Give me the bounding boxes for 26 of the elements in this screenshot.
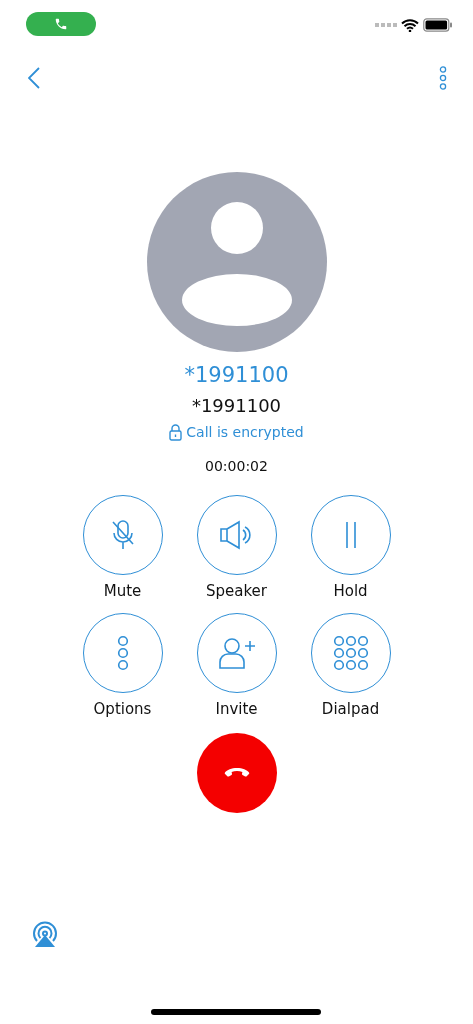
active-call-indicator[interactable] xyxy=(26,12,96,36)
hang-up-icon xyxy=(223,766,250,779)
airplay-icon[interactable] xyxy=(31,921,59,948)
back-icon[interactable] xyxy=(28,67,40,89)
encryption-status: Call is encrypted xyxy=(186,423,304,442)
signal-icon xyxy=(375,22,397,28)
action-label: Speaker xyxy=(206,580,267,601)
phone-icon xyxy=(54,17,68,31)
action-label: Mute xyxy=(103,580,142,601)
add-person-icon xyxy=(217,635,256,670)
pause-icon xyxy=(343,520,358,549)
avatar-icon xyxy=(146,172,327,352)
call-duration: 00:00:02 xyxy=(204,456,269,476)
muted-microphone-icon xyxy=(109,518,136,551)
lock-icon xyxy=(169,423,183,441)
action-label: Invite xyxy=(215,698,258,719)
action-label: Hold xyxy=(333,580,368,601)
contact-number: *1991100 xyxy=(190,394,283,418)
action-label: Options xyxy=(93,698,152,719)
dialpad-icon xyxy=(332,634,369,671)
battery-icon xyxy=(423,18,453,32)
more-icon[interactable] xyxy=(439,66,447,90)
contact-name: *1991100 xyxy=(183,362,290,388)
more-icon xyxy=(116,634,129,671)
action-label: Dialpad xyxy=(321,698,380,719)
wifi-icon xyxy=(401,18,419,32)
